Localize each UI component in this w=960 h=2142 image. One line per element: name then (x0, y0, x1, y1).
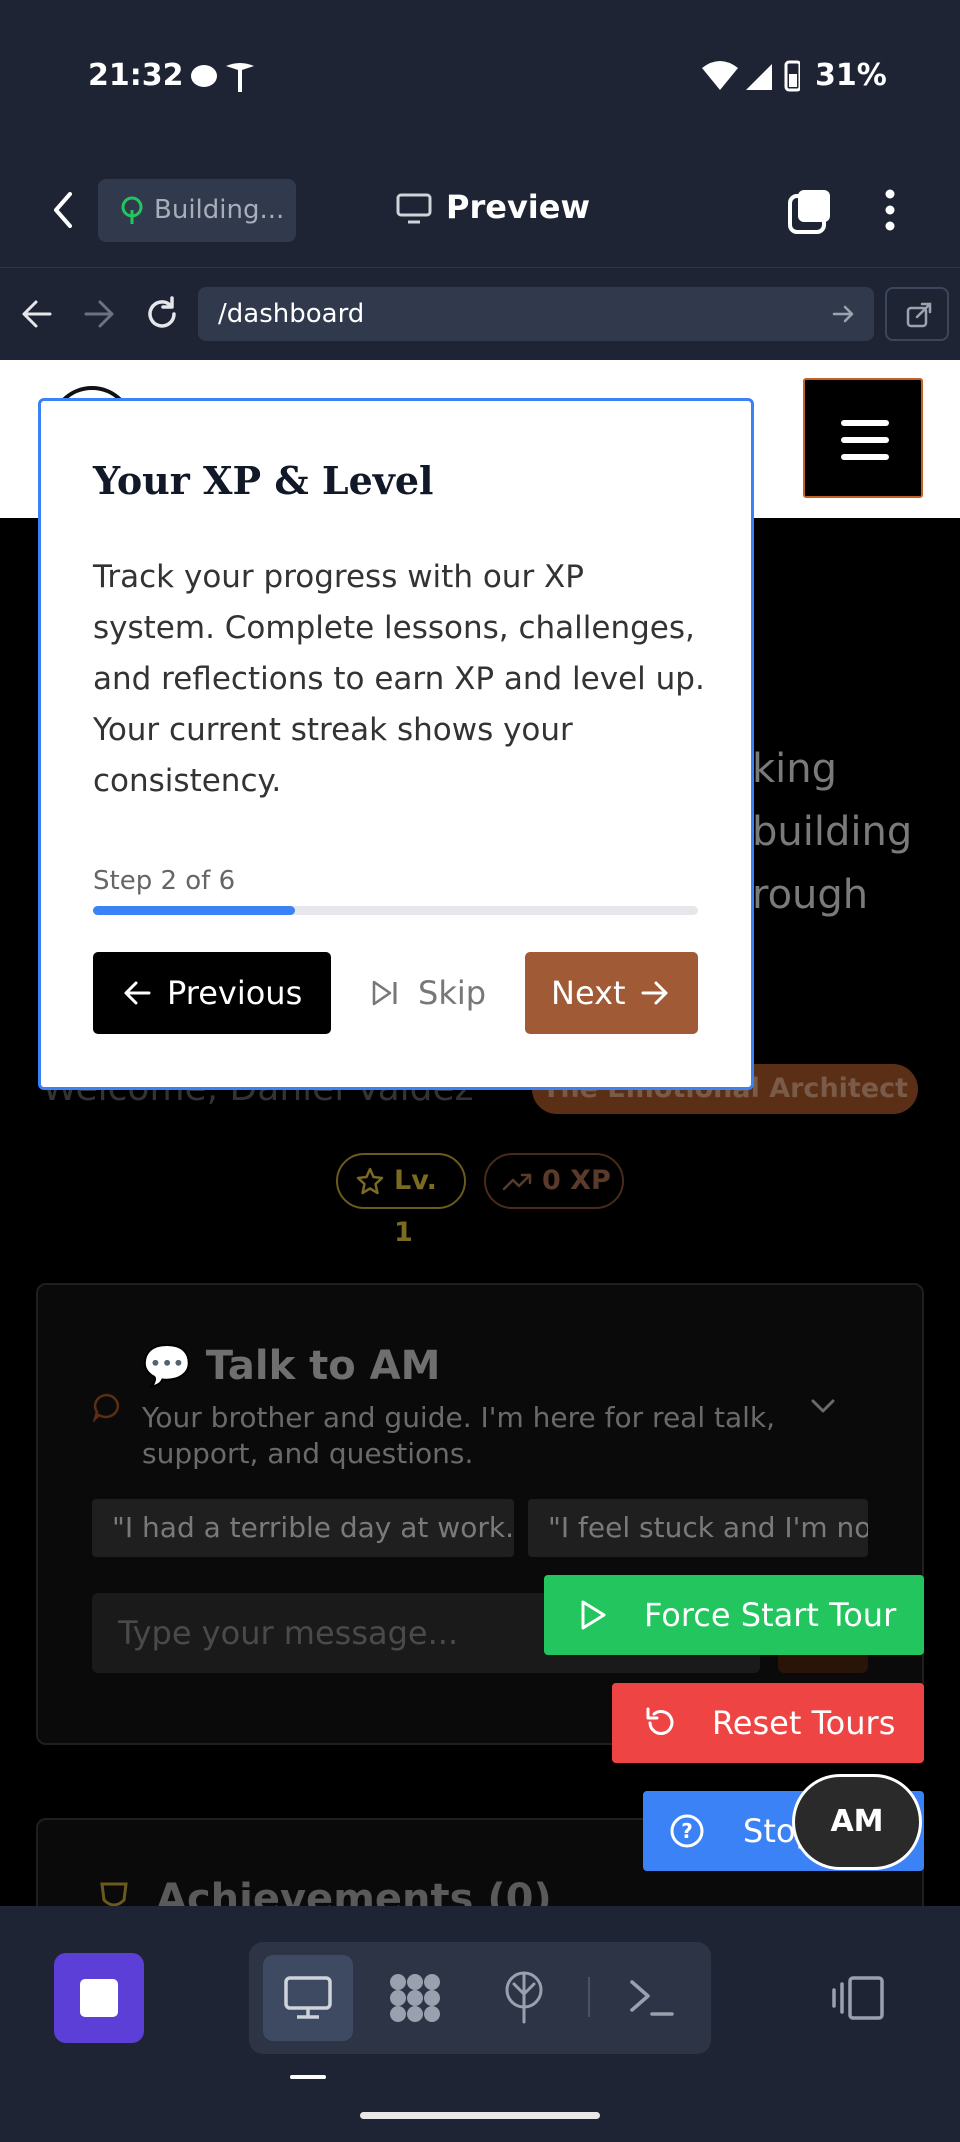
reset-tours-button[interactable]: Reset Tours (612, 1683, 924, 1763)
chat-bubble-icon (92, 1393, 119, 1422)
toolbar-divider (588, 1977, 590, 2017)
chat-title: 💬 Talk to AM (142, 1343, 441, 1389)
skip-forward-icon (372, 980, 397, 1006)
tabs-icon[interactable] (786, 188, 834, 236)
status-time: 21:32 (88, 58, 184, 93)
hero-text-fragment: king building rough (752, 746, 913, 918)
url-input[interactable]: /dashboard (198, 287, 874, 341)
menu-icon (841, 420, 889, 426)
star-icon (356, 1167, 384, 1195)
tour-title: Your XP & Level (93, 458, 434, 503)
reset-icon (646, 1707, 674, 1735)
suggestion-chip[interactable]: "I had a terrible day at work." (92, 1499, 514, 1557)
stop-square-icon (80, 1979, 118, 2017)
previous-button[interactable]: Previous (93, 952, 331, 1034)
next-button[interactable]: Next (525, 952, 698, 1034)
trending-up-icon (502, 1173, 532, 1191)
chat-subtitle: Your brother and guide. I'm here for rea… (142, 1401, 776, 1470)
tree-icon (121, 196, 143, 224)
deploy-icon[interactable] (500, 1970, 548, 2024)
tour-step-label: Step 2 of 6 (93, 866, 236, 896)
more-options-icon[interactable] (880, 188, 900, 234)
level-badge: Lv. 1 (336, 1153, 466, 1248)
open-external-button[interactable] (885, 287, 949, 341)
reload-icon[interactable] (144, 296, 180, 332)
preview-title[interactable]: Preview (446, 188, 590, 226)
svg-text:?: ? (681, 1819, 693, 1843)
monitor-icon (396, 193, 432, 224)
terminal-icon[interactable] (626, 1976, 674, 2020)
xp-badge: 0 XP (484, 1153, 624, 1209)
external-link-icon (906, 302, 932, 328)
home-indicator[interactable] (360, 2112, 600, 2119)
notification-icons (191, 63, 254, 92)
back-arrow-icon[interactable] (48, 190, 78, 230)
skip-button[interactable]: Skip (364, 952, 494, 1034)
monitor-view-icon (284, 1976, 332, 2019)
arrow-right-icon (641, 981, 668, 1005)
nav-forward-icon[interactable] (82, 298, 116, 330)
tour-description: Track your progress with our XP system. … (93, 559, 705, 799)
tour-progress-fill (93, 906, 295, 915)
play-icon (581, 1600, 606, 1630)
signal-icons (702, 60, 800, 92)
help-circle-icon: ? (670, 1814, 704, 1848)
panel-toggle-icon[interactable] (832, 1974, 888, 2022)
force-start-tour-button[interactable]: Force Start Tour (544, 1575, 924, 1655)
battery-percent: 31% (815, 58, 887, 93)
arrow-left-icon (124, 981, 151, 1005)
hamburger-menu-button[interactable] (803, 378, 923, 498)
chevron-down-icon[interactable] (810, 1398, 836, 1416)
suggestion-chip[interactable]: "I feel stuck and I'm not (528, 1499, 868, 1557)
go-arrow-icon[interactable] (832, 302, 856, 326)
nav-back-icon[interactable] (20, 298, 54, 330)
am-chat-bubble[interactable]: AM (792, 1774, 922, 1870)
grid-view-icon[interactable] (386, 1972, 444, 2024)
active-view-indicator (290, 2075, 326, 2079)
building-label: Building... (154, 195, 285, 225)
